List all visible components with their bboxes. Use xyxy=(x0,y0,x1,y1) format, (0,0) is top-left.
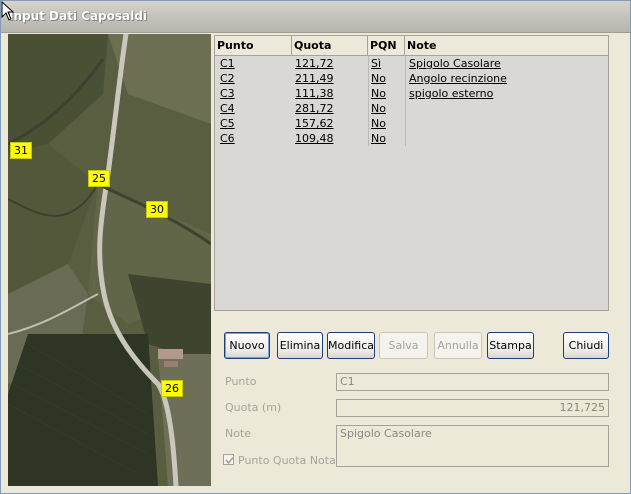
map-marker[interactable]: 31 xyxy=(10,142,32,159)
marker-label: 31 xyxy=(14,144,28,157)
cell-note: Spigolo Casolare xyxy=(409,57,501,70)
marker-label: 25 xyxy=(92,172,106,185)
cell-punto: C6 xyxy=(220,132,235,145)
table-row[interactable]: C4 281,72 No xyxy=(215,101,608,116)
cell-quota: 109,48 xyxy=(295,132,334,145)
chiudi-button[interactable]: Chiudi xyxy=(563,332,609,359)
quota-label: Quota (m) xyxy=(225,401,282,414)
nuovo-button[interactable]: Nuovo xyxy=(224,332,270,359)
punto-quota-nota-checkbox[interactable] xyxy=(223,454,234,465)
cell-pqn: No xyxy=(371,132,386,145)
cell-punto: C2 xyxy=(220,72,235,85)
column-header[interactable]: Note xyxy=(405,36,608,55)
note-field[interactable]: Spigolo Casolare xyxy=(336,425,609,467)
window-title: Input Dati Caposaldi xyxy=(9,9,147,23)
note-label: Note xyxy=(225,427,252,440)
quota-field[interactable]: 121,725 xyxy=(336,399,609,417)
elimina-button[interactable]: Elimina xyxy=(277,332,323,359)
cell-pqn: No xyxy=(371,87,386,100)
column-header[interactable]: PQN xyxy=(368,36,405,55)
aerial-map-image xyxy=(8,34,211,486)
table-row[interactable]: C6 109,48 No xyxy=(215,131,608,146)
title-bar[interactable]: Input Dati Caposaldi xyxy=(1,1,630,33)
caposaldi-table[interactable]: Punto Quota PQN Note C1 121,72 Sì Spigol… xyxy=(214,35,609,311)
map-marker[interactable]: 30 xyxy=(146,201,168,218)
cell-punto: C5 xyxy=(220,117,235,130)
map-marker[interactable]: 25 xyxy=(88,170,110,187)
cell-quota: 211,49 xyxy=(295,72,334,85)
cell-quota: 157,62 xyxy=(295,117,334,130)
input-dati-caposaldi-window: Input Dati Caposaldi 31 25 30 26 Punto Q… xyxy=(0,0,631,494)
marker-label: 26 xyxy=(165,382,179,395)
punto-quota-nota-label: Punto Quota Nota xyxy=(238,454,336,467)
checkmark-icon xyxy=(225,456,234,465)
table-row[interactable]: C3 111,38 No spigolo esterno xyxy=(215,86,608,101)
table-header: Punto Quota PQN Note xyxy=(215,36,608,56)
table-row[interactable]: C2 211,49 No Angolo recinzione xyxy=(215,71,608,86)
marker-label: 30 xyxy=(150,203,164,216)
cell-pqn: Sì xyxy=(371,57,382,70)
cell-quota: 111,38 xyxy=(295,87,334,100)
cell-note: spigolo esterno xyxy=(409,87,494,100)
annulla-button[interactable]: Annulla xyxy=(434,332,482,359)
cell-punto: C1 xyxy=(220,57,235,70)
modifica-button[interactable]: Modifica xyxy=(327,332,375,359)
table-row[interactable]: C1 121,72 Sì Spigolo Casolare xyxy=(215,56,608,71)
column-header[interactable]: Quota xyxy=(292,36,368,55)
salva-button[interactable]: Salva xyxy=(379,332,428,359)
map-marker[interactable]: 26 xyxy=(161,380,183,397)
cell-pqn: No xyxy=(371,117,386,130)
cell-punto: C4 xyxy=(220,102,235,115)
cell-quota: 281,72 xyxy=(295,102,334,115)
aerial-map[interactable]: 31 25 30 26 xyxy=(8,34,211,486)
punto-field[interactable]: C1 xyxy=(336,373,609,391)
cell-pqn: No xyxy=(371,102,386,115)
column-header[interactable]: Punto xyxy=(215,36,292,55)
mouse-pointer-icon xyxy=(1,1,15,21)
cell-pqn: No xyxy=(371,72,386,85)
table-row[interactable]: C5 157,62 No xyxy=(215,116,608,131)
stampa-button[interactable]: Stampa xyxy=(487,332,534,359)
cell-quota: 121,72 xyxy=(295,57,334,70)
punto-label: Punto xyxy=(225,375,257,388)
cell-punto: C3 xyxy=(220,87,235,100)
cell-note: Angolo recinzione xyxy=(409,72,507,85)
